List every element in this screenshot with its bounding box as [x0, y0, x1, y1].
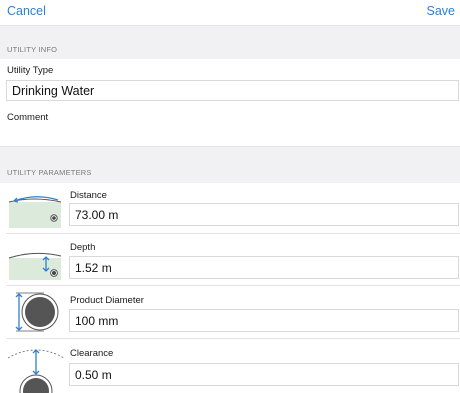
utility-parameters-header-label: UTILITY PARAMETERS: [7, 168, 92, 177]
utility-info-header-label: UTILITY INFO: [7, 45, 58, 54]
clearance-field[interactable]: 0.50 m: [69, 363, 459, 386]
utility-info-header: UTILITY INFO: [0, 25, 460, 59]
product-diameter-field[interactable]: 100 mm: [69, 309, 459, 332]
top-nav-bar: Cancel Save: [0, 0, 460, 24]
clearance-label: Clearance: [70, 348, 114, 359]
depth-diagram-icon: [6, 240, 64, 286]
utility-type-field[interactable]: Drinking Water: [6, 80, 459, 101]
product-diameter-diagram-icon: [6, 290, 64, 336]
cancel-button[interactable]: Cancel: [7, 4, 46, 18]
utility-type-label: Utility Type: [7, 65, 54, 76]
depth-field[interactable]: 1.52 m: [69, 256, 459, 279]
product-diameter-label: Product Diameter: [70, 295, 144, 306]
utility-parameters-header: UTILITY PARAMETERS: [0, 146, 460, 183]
distance-diagram-icon: [6, 188, 64, 234]
divider: [6, 233, 460, 234]
divider: [6, 285, 460, 286]
comment-label: Comment: [7, 112, 49, 123]
depth-label: Depth: [70, 242, 96, 253]
distance-label: Distance: [70, 190, 107, 201]
comment-field[interactable]: [6, 124, 459, 144]
distance-field[interactable]: 73.00 m: [69, 203, 459, 226]
divider: [6, 338, 460, 339]
clearance-diagram-icon: [6, 344, 64, 393]
save-button[interactable]: Save: [427, 4, 456, 18]
